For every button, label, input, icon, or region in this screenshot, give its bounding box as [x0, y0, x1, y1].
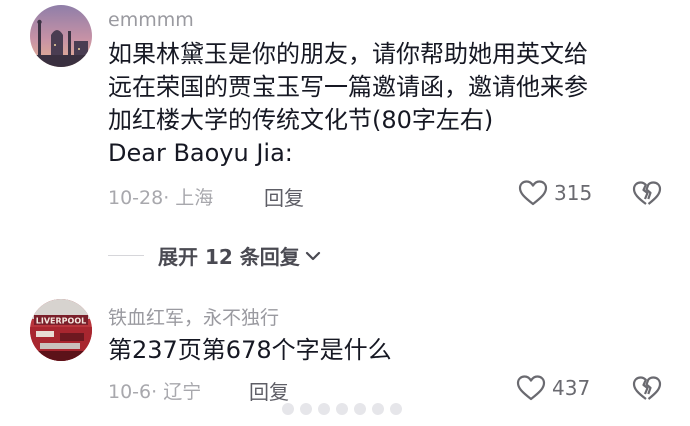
broken-heart-icon — [632, 376, 662, 400]
like-count: 315 — [554, 181, 593, 205]
watermark-dot — [372, 403, 384, 415]
comment-date-location: 10-28· 上海 — [108, 187, 214, 209]
like-button[interactable]: 315 — [518, 179, 592, 207]
reply-button[interactable]: 回复 — [264, 182, 304, 211]
chevron-down-icon — [305, 251, 320, 260]
avatar[interactable]: LIVERPOOL — [30, 299, 92, 361]
dislike-button[interactable] — [632, 375, 662, 407]
comment-text: 第237页第678个字是什么 — [108, 334, 668, 367]
comment-text-line: 远在荣国的贾宝玉写一篇邀请函，邀请他来参 — [108, 73, 588, 101]
divider — [108, 255, 144, 256]
like-count: 437 — [552, 376, 591, 400]
comment-text-line: 第237页第678个字是什么 — [108, 336, 392, 364]
heart-icon — [518, 180, 548, 206]
watermark-dot — [318, 403, 330, 415]
dislike-button[interactable] — [632, 180, 662, 212]
watermark-dot — [336, 403, 348, 415]
broken-heart-icon — [632, 181, 662, 205]
expand-replies-label: 展开 12 条回复 — [158, 245, 300, 269]
watermark-dot — [390, 403, 402, 415]
username[interactable]: emmmm — [108, 9, 194, 31]
svg-text:LIVERPOOL: LIVERPOOL — [36, 317, 86, 326]
watermark-dot — [354, 403, 366, 415]
comment-date-location: 10-6· 辽宁 — [108, 381, 202, 403]
comment-text: 如果林黛玉是你的朋友，请你帮助她用英文给 远在荣国的贾宝玉写一篇邀请函，邀请他来… — [108, 38, 668, 170]
comment-text-line: 加红楼大学的传统文化节(80字左右) — [108, 106, 494, 134]
watermark — [282, 397, 404, 421]
username[interactable]: 铁血红军，永不独行 — [108, 303, 279, 330]
comment-text-line: Dear Baoyu Jia: — [108, 139, 293, 167]
avatar[interactable] — [30, 5, 92, 67]
expand-replies-button[interactable]: 展开 12 条回复 — [108, 241, 323, 270]
comment-list: emmmm 如果林黛玉是你的朋友，请你帮助她用英文给 远在荣国的贾宝玉写一篇邀请… — [0, 0, 690, 426]
like-button[interactable]: 437 — [516, 374, 590, 402]
watermark-dot — [282, 403, 294, 415]
watermark-dot — [300, 403, 312, 415]
comment-item: emmmm 如果林黛玉是你的朋友，请你帮助她用英文给 远在荣国的贾宝玉写一篇邀请… — [0, 0, 690, 290]
heart-icon — [516, 375, 546, 401]
comment-text-line: 如果林黛玉是你的朋友，请你帮助她用英文给 — [108, 40, 588, 68]
